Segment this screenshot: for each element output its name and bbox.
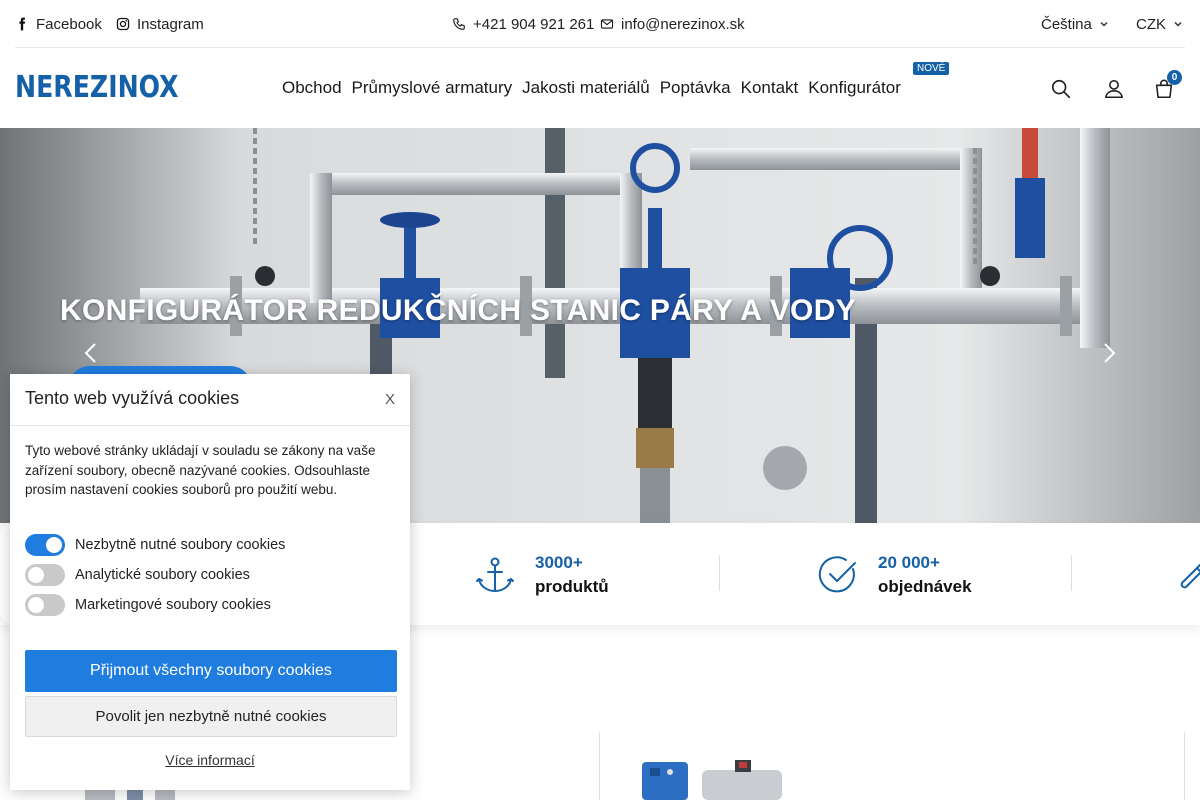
site-logo[interactable]: NEREZINOX <box>15 70 179 105</box>
cookie-option-marketing[interactable]: Marketingové soubory cookies <box>25 594 271 616</box>
new-badge: NOVÉ <box>913 62 950 75</box>
cookie-toggle-necessary[interactable] <box>25 534 65 556</box>
facebook-link[interactable]: Facebook <box>15 14 102 34</box>
cookie-toggle-marketing[interactable] <box>25 594 65 616</box>
nav-item-industrial-valves[interactable]: Průmyslové armatury <box>352 78 513 98</box>
email-link[interactable]: info@nerezinox.sk <box>600 14 745 34</box>
phone-number: +421 904 921 261 <box>473 15 595 33</box>
wrench-icon <box>1180 563 1200 589</box>
hero-title: KONFIGURÁTOR REDUKČNÍCH STANIC PÁRY A VO… <box>60 294 856 327</box>
cookie-toggle-analytics[interactable] <box>25 564 65 586</box>
nav-item-configurator[interactable]: Konfigurátor <box>808 78 901 98</box>
cookie-option-analytics-label: Analytické soubory cookies <box>75 567 250 583</box>
facebook-label: Facebook <box>36 15 102 33</box>
nav-item-shop[interactable]: Obchod <box>282 78 342 98</box>
facebook-icon <box>19 17 26 31</box>
currency-selector[interactable]: CZK <box>1136 14 1183 34</box>
stat-products-number: 3000+ <box>535 553 583 572</box>
cookie-option-necessary[interactable]: Nezbytně nutné soubory cookies <box>25 534 285 556</box>
nav-item-material-grades[interactable]: Jakosti materiálů <box>522 78 650 98</box>
column-divider <box>599 732 600 800</box>
cookie-dialog-title: Tento web využívá cookies <box>25 388 240 408</box>
instagram-label: Instagram <box>137 15 204 33</box>
stat-separator <box>719 555 720 591</box>
cookie-option-necessary-label: Nezbytně nutné soubory cookies <box>75 537 286 553</box>
column-divider <box>1184 732 1185 800</box>
language-label: Čeština <box>1041 15 1092 33</box>
instagram-link[interactable]: Instagram <box>116 14 204 34</box>
stat-products-label: produktů <box>535 577 609 596</box>
main-header: NEREZINOX Obchod Průmyslové armatury Jak… <box>0 48 1200 128</box>
cart-count-badge: 0 <box>1167 70 1182 85</box>
cookie-close-button[interactable]: X <box>385 391 395 408</box>
slider-next-arrow-icon[interactable] <box>1100 342 1118 364</box>
cookie-description: Tyto webové stránky ukládají v souladu s… <box>25 443 376 497</box>
stat-separator <box>1071 555 1072 591</box>
stat-orders-label: objednávek <box>878 577 972 596</box>
nav-item-contact[interactable]: Kontakt <box>741 78 799 98</box>
search-icon[interactable] <box>1050 78 1072 100</box>
cookie-divider <box>10 425 410 426</box>
product-image-actuators[interactable] <box>640 758 790 800</box>
anchor-icon <box>476 557 514 593</box>
stat-products: 3000+ produktů <box>475 551 609 599</box>
chevron-down-icon <box>1100 21 1108 27</box>
email-address: info@nerezinox.sk <box>621 15 745 33</box>
cookie-option-analytics[interactable]: Analytické soubory cookies <box>25 564 250 586</box>
stat-orders: 20 000+ objednávek <box>818 551 972 599</box>
check-circle-icon <box>818 556 856 593</box>
cookie-more-info-link[interactable]: Více informací <box>10 752 410 768</box>
main-navigation: Obchod Průmyslové armatury Jakosti mater… <box>282 78 901 98</box>
phone-link[interactable]: +421 904 921 261 <box>452 14 594 34</box>
slider-prev-arrow-icon[interactable] <box>82 342 100 364</box>
top-bar: Facebook Instagram +421 904 921 261 info… <box>0 0 1200 48</box>
user-icon[interactable] <box>1103 78 1125 100</box>
nav-item-inquiry[interactable]: Poptávka <box>660 78 731 98</box>
language-selector[interactable]: Čeština <box>1041 14 1109 34</box>
phone-icon <box>453 18 465 30</box>
cookie-consent-dialog: Tento web využívá cookies X Tyto webové … <box>10 374 410 790</box>
allow-necessary-cookies-button[interactable]: Povolit jen nezbytně nutné cookies <box>25 696 397 737</box>
accept-all-cookies-button[interactable]: Přijmout všechny soubory cookies <box>25 650 397 692</box>
instagram-icon <box>116 17 130 31</box>
currency-label: CZK <box>1136 15 1166 33</box>
stat-orders-number: 20 000+ <box>878 553 940 572</box>
mail-icon <box>600 19 614 29</box>
cookie-side-tab <box>0 523 10 623</box>
cookie-option-marketing-label: Marketingové soubory cookies <box>75 597 271 613</box>
chevron-down-icon <box>1174 21 1182 27</box>
